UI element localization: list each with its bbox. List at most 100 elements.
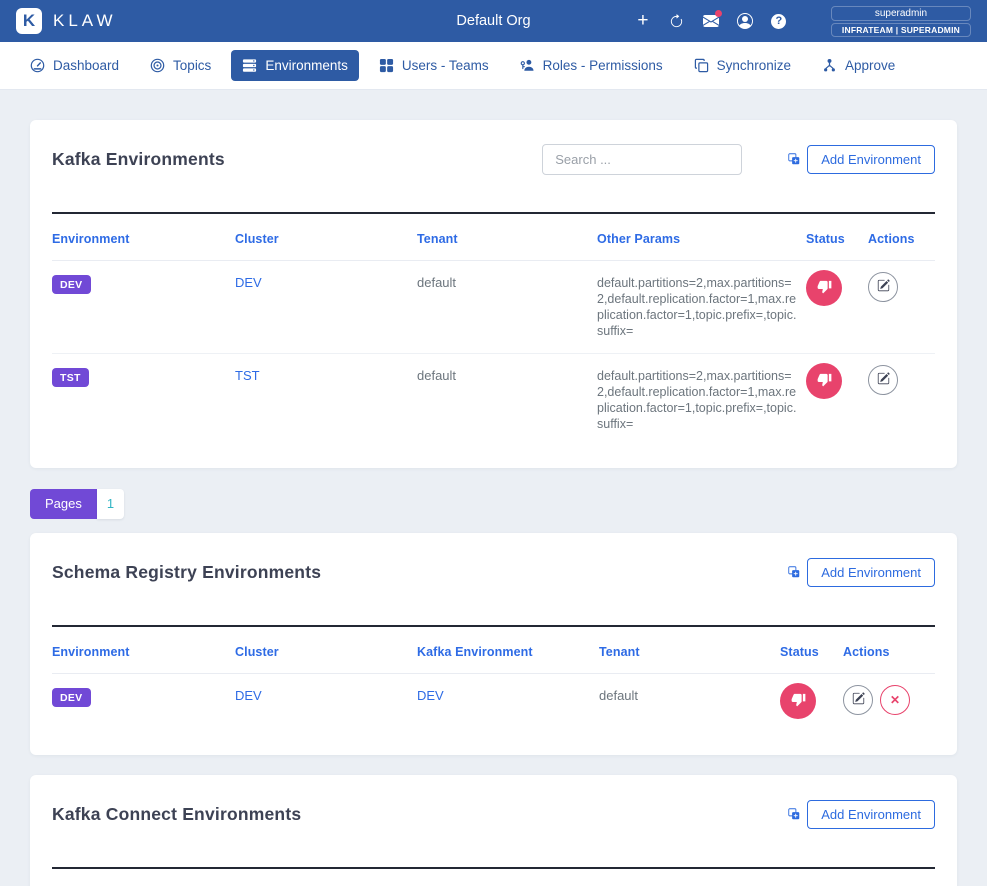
add-environment-button[interactable]: Add Environment: [807, 558, 935, 587]
status-thumbs-down-button[interactable]: [806, 270, 842, 306]
navbar-actions: + ? superadmin INFRATEAM | SUPERADMIN: [635, 6, 971, 37]
edit-environment-button[interactable]: [843, 685, 873, 715]
edit-environment-button[interactable]: [868, 365, 898, 395]
person-key-icon: [520, 58, 535, 73]
cluster-link[interactable]: DEV: [235, 275, 262, 290]
kafka-environment-link[interactable]: DEV: [417, 688, 444, 703]
env-badge: TST: [52, 368, 89, 387]
tab-dashboard[interactable]: Dashboard: [19, 50, 130, 81]
table-header-row: Environment Cluster Kafka Environment Te…: [52, 626, 935, 674]
pages-label-button[interactable]: Pages: [30, 489, 97, 519]
table-row: TST TST default default.partitions=2,max…: [52, 354, 935, 447]
tab-users-teams[interactable]: Users - Teams: [368, 50, 500, 81]
tab-label: Users - Teams: [402, 58, 489, 73]
help-icon[interactable]: ?: [771, 13, 787, 29]
tab-label: Environments: [265, 58, 348, 73]
status-thumbs-down-button[interactable]: [806, 363, 842, 399]
tab-topics[interactable]: Topics: [139, 50, 222, 81]
other-params-value: default.partitions=2,max.partitions=2,de…: [597, 368, 797, 432]
connect-card-title: Kafka Connect Environments: [52, 804, 788, 825]
copy-plus-icon[interactable]: [788, 808, 800, 820]
pagination: Pages 1: [30, 489, 124, 519]
user-icon[interactable]: [737, 13, 753, 29]
env-badge: DEV: [52, 688, 91, 707]
connect-card-header: Kafka Connect Environments Add Environme…: [52, 797, 935, 831]
close-icon: ✕: [890, 693, 900, 707]
env-badge: DEV: [52, 275, 91, 294]
table-row: DEV DEV DEV default: [52, 674, 935, 734]
status-thumbs-down-button[interactable]: [780, 683, 816, 719]
col-tenant: Tenant: [599, 626, 780, 674]
edit-icon: [877, 372, 890, 388]
col-cluster: Cluster: [235, 213, 417, 261]
edit-environment-button[interactable]: [868, 272, 898, 302]
delete-environment-button[interactable]: ✕: [880, 685, 910, 715]
thumbs-down-icon: [817, 372, 832, 390]
edit-icon: [877, 279, 890, 295]
tab-environments[interactable]: Environments: [231, 50, 359, 81]
col-actions: Actions: [805, 868, 935, 886]
col-status: Status: [806, 213, 868, 261]
col-tenant: Tenant: [509, 868, 739, 886]
search-input[interactable]: [542, 144, 742, 175]
cluster-link[interactable]: DEV: [235, 688, 262, 703]
thumbs-down-icon: [817, 279, 832, 297]
kafka-environments-card: Kafka Environments Add Environment Envir…: [30, 120, 957, 468]
schema-card-title: Schema Registry Environments: [52, 562, 788, 583]
klaw-logo-icon[interactable]: K: [16, 8, 42, 34]
kafka-environments-table: Environment Cluster Tenant Other Params …: [52, 212, 935, 446]
tab-label: Dashboard: [53, 58, 119, 73]
col-environment: Environment: [52, 213, 235, 261]
refresh-icon[interactable]: [669, 13, 685, 29]
approve-flow-icon: [822, 58, 837, 73]
table-header-row: Environment Cluster Tenant Other Params …: [52, 213, 935, 261]
tenant-value: default: [599, 688, 638, 703]
tab-roles-permissions[interactable]: Roles - Permissions: [509, 50, 674, 81]
table-row: DEV DEV default default.partitions=2,max…: [52, 261, 935, 354]
col-tenant: Tenant: [417, 213, 597, 261]
tab-approve[interactable]: Approve: [811, 50, 906, 81]
col-environment: Environment: [52, 626, 235, 674]
tab-label: Roles - Permissions: [543, 58, 663, 73]
col-cluster: Cluster: [235, 626, 417, 674]
target-icon: [150, 58, 165, 73]
page-number-button[interactable]: 1: [97, 489, 124, 519]
col-status: Status: [780, 626, 843, 674]
request-plus-icon[interactable]: +: [635, 13, 651, 29]
tab-label: Topics: [173, 58, 211, 73]
cluster-link[interactable]: TST: [235, 368, 260, 383]
username-chip: superadmin: [831, 6, 971, 21]
col-environment: Environment: [52, 868, 282, 886]
copy-plus-icon[interactable]: [788, 566, 800, 578]
tab-label: Synchronize: [717, 58, 791, 73]
edit-icon: [852, 692, 865, 708]
kafka-card-header: Kafka Environments Add Environment: [52, 142, 935, 176]
table-header-row: Environment Cluster Tenant Status Action…: [52, 868, 935, 886]
tab-label: Approve: [845, 58, 895, 73]
copy-icon: [694, 58, 709, 73]
main-nav-tabs: Dashboard Topics Environments Users - Te…: [0, 42, 987, 90]
speedometer-icon: [30, 58, 45, 73]
col-actions: Actions: [843, 626, 935, 674]
tenant-value: default: [417, 275, 456, 290]
add-environment-button[interactable]: Add Environment: [807, 145, 935, 174]
help-glyph: ?: [771, 14, 786, 29]
mail-icon[interactable]: [703, 13, 719, 29]
org-title: Default Org: [456, 13, 530, 29]
connect-environments-table: Environment Cluster Tenant Status Action…: [52, 867, 935, 886]
user-info[interactable]: superadmin INFRATEAM | SUPERADMIN: [831, 6, 971, 37]
col-kafka-environment: Kafka Environment: [417, 626, 599, 674]
col-status: Status: [739, 868, 805, 886]
team-role-chip: INFRATEAM | SUPERADMIN: [831, 23, 971, 37]
server-stack-icon: [242, 58, 257, 73]
copy-plus-icon[interactable]: [788, 153, 800, 165]
col-cluster: Cluster: [282, 868, 509, 886]
top-navbar: K KLAW Default Org + ? superadmin INFRAT…: [0, 0, 987, 42]
col-other-params: Other Params: [597, 213, 806, 261]
thumbs-down-icon: [791, 692, 806, 710]
tab-synchronize[interactable]: Synchronize: [683, 50, 802, 81]
page-content: Kafka Environments Add Environment Envir…: [0, 90, 987, 886]
schema-environments-table: Environment Cluster Kafka Environment Te…: [52, 625, 935, 733]
add-environment-button[interactable]: Add Environment: [807, 800, 935, 829]
kafka-card-title: Kafka Environments: [52, 149, 542, 170]
